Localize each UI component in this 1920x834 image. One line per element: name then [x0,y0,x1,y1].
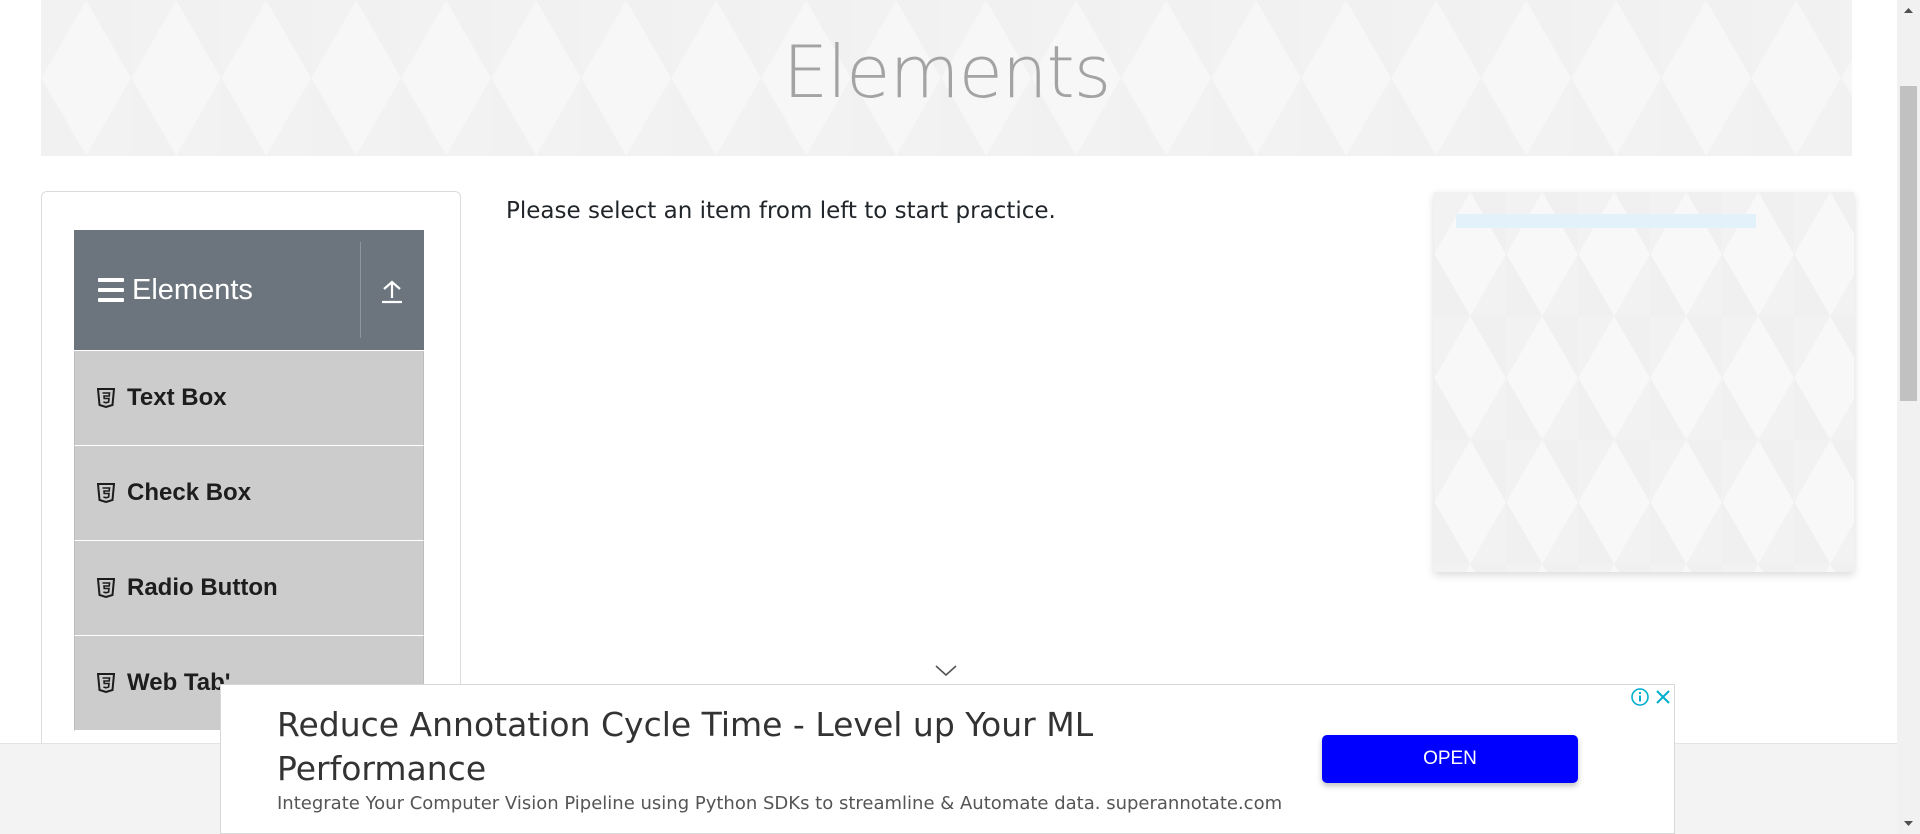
sidebar-item-radio-button[interactable]: Radio Button [74,541,424,636]
ad-placeholder-bar [1456,214,1756,228]
ad-headline[interactable]: Reduce Annotation Cycle Time - Level up … [277,703,1197,791]
arrow-up-icon[interactable] [380,276,404,306]
page-title: Elements [782,30,1112,114]
scroll-up-arrow-icon[interactable] [1897,0,1920,22]
sidebar-group-title: Elements [132,273,253,306]
side-ad-frame[interactable] [1434,192,1854,572]
menu-icon [98,278,124,302]
bottom-ad-banner[interactable]: Reduce Annotation Cycle Time - Level up … [220,684,1675,834]
ad-open-button[interactable]: OPEN [1322,735,1578,783]
page-banner: Elements [41,0,1852,156]
sidebar-item-check-box[interactable]: Check Box [74,446,424,541]
html5-icon [97,483,115,503]
info-icon[interactable] [1629,686,1651,708]
intro-text: Please select an item from left to start… [506,198,1056,224]
scrollbar-thumb[interactable] [1900,86,1917,401]
sidebar-item-text-box[interactable]: Text Box [74,351,424,446]
ad-body-text[interactable]: Integrate Your Computer Vision Pipeline … [277,793,1282,814]
sidebar-item-label: Web Tab' [127,669,231,696]
sidebar-item-label: Radio Button [127,574,278,601]
scroll-down-arrow-icon[interactable] [1897,812,1920,834]
vertical-scrollbar[interactable] [1897,0,1920,834]
html5-icon [97,388,115,408]
html5-icon [97,673,115,693]
header-divider [360,242,361,338]
html5-icon [97,578,115,598]
sidebar-group-header-elements[interactable]: Elements [74,230,424,350]
chevron-down-icon[interactable] [934,664,958,678]
sidebar-item-label: Text Box [127,384,227,411]
sidebar-item-label: Check Box [127,479,252,506]
sidebar-menu-list: Text Box Check Box Radio Button Web Tab' [74,351,424,731]
close-icon[interactable] [1652,686,1674,708]
